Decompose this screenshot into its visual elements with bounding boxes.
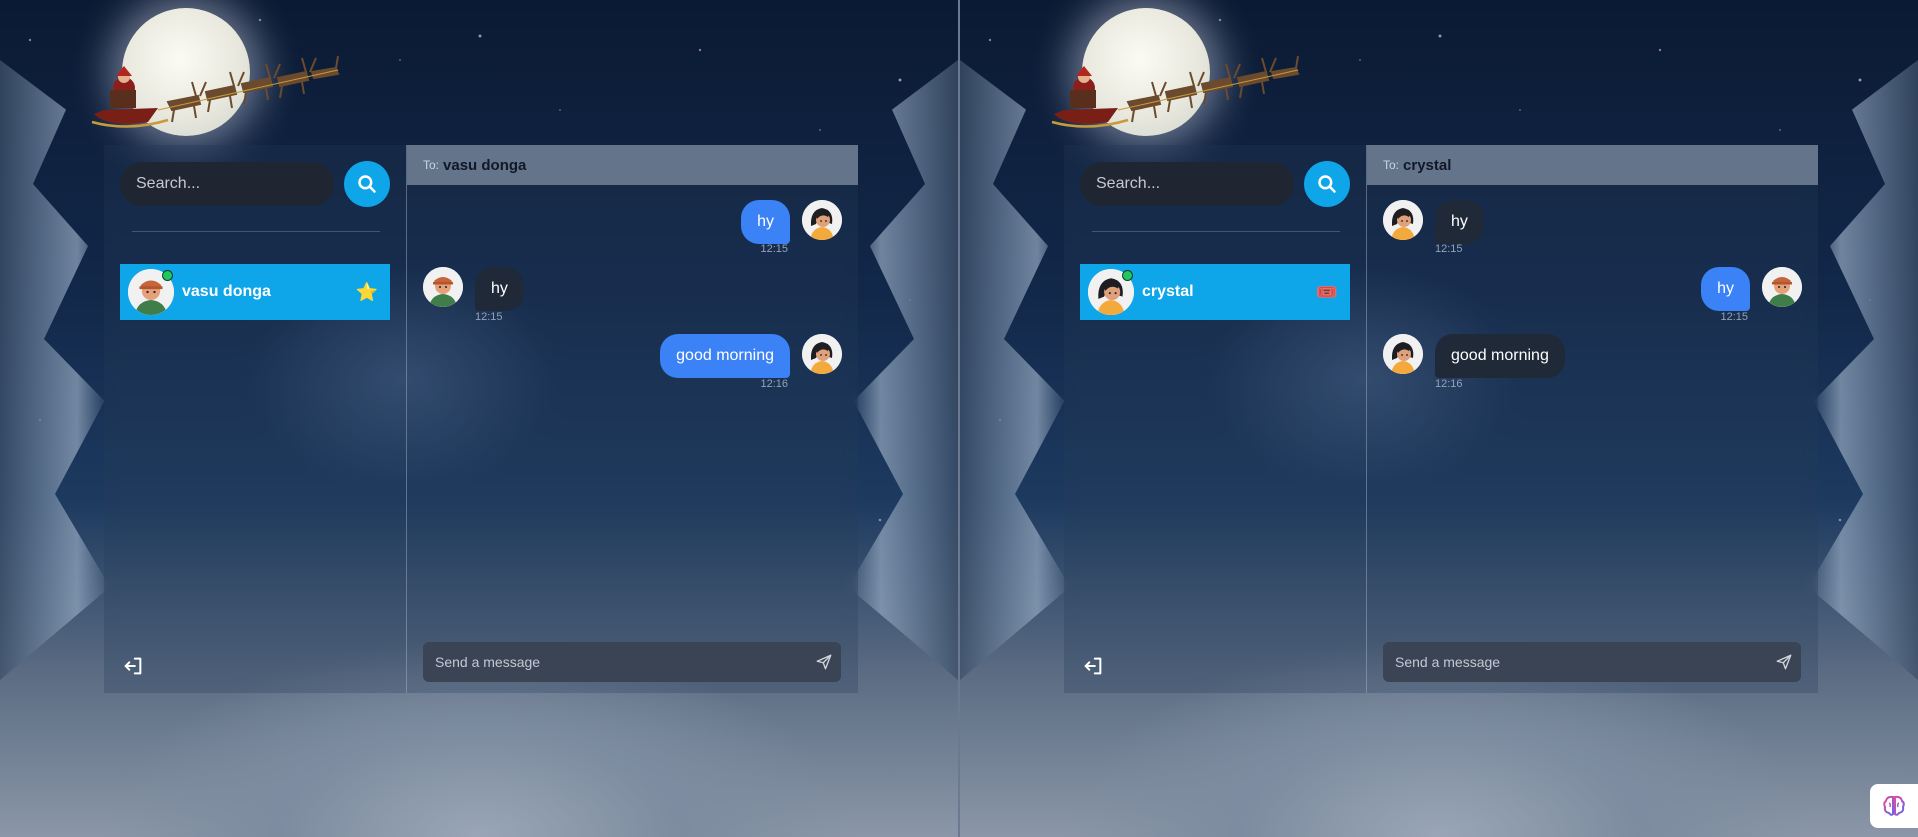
sidebar-divider (1092, 231, 1340, 232)
messenger-panel: vasu donga ⭐ To: vasu donga hy 12:15 hy (104, 145, 858, 693)
recipient-name: crystal (1403, 156, 1452, 174)
message-row: hy (423, 267, 524, 311)
chat-header: To: crystal (1367, 145, 1818, 185)
message-row: hy (741, 200, 842, 244)
message-timestamp: 12:15 (760, 243, 788, 255)
search-bar (1080, 161, 1350, 207)
message-composer (1383, 642, 1801, 682)
contact-avatar (1088, 269, 1134, 315)
sender-avatar (802, 200, 842, 240)
message-row: hy (1383, 200, 1484, 244)
send-icon[interactable] (1775, 653, 1793, 671)
search-button[interactable] (344, 161, 390, 207)
search-button[interactable] (1304, 161, 1350, 207)
message-row: good morning (660, 334, 842, 378)
send-icon[interactable] (815, 653, 833, 671)
message-bubble: hy (741, 200, 790, 244)
message-timestamp: 12:15 (1435, 243, 1463, 255)
search-input[interactable] (1080, 162, 1294, 206)
sidebar: crystal 🎟️ (1064, 145, 1367, 693)
message-input[interactable] (1393, 653, 1775, 671)
message-bubble: good morning (1435, 334, 1565, 378)
sidebar-divider (132, 231, 380, 232)
sender-avatar (1762, 267, 1802, 307)
santa-sleigh-illustration (1051, 55, 1300, 128)
message-bubble: hy (1435, 200, 1484, 244)
to-label: To: (1383, 158, 1400, 172)
sender-avatar (1383, 334, 1423, 374)
messenger-panel: crystal 🎟️ To: crystal hy 12:15 hy (1064, 145, 1818, 693)
sender-avatar (1383, 200, 1423, 240)
message-row: good morning (1383, 334, 1565, 378)
extension-button[interactable] (1870, 784, 1918, 828)
sidebar: vasu donga ⭐ (104, 145, 407, 693)
contact-name: vasu donga (182, 283, 271, 300)
ticket-emoji-icon: 🎟️ (1315, 281, 1338, 302)
message-bubble: hy (1701, 267, 1750, 311)
right-pane: crystal 🎟️ To: crystal hy 12:15 hy (960, 0, 1918, 837)
santa-sleigh-illustration (91, 55, 340, 128)
search-input[interactable] (120, 162, 334, 206)
chat-header: To: vasu donga (407, 145, 858, 185)
search-bar (120, 161, 390, 207)
chat-window: To: crystal hy 12:15 hy 12:15 good morni… (1367, 145, 1818, 693)
contact-avatar (128, 269, 174, 315)
logout-icon[interactable] (122, 655, 144, 677)
logout-icon[interactable] (1082, 655, 1104, 677)
sender-avatar (802, 334, 842, 374)
message-bubble: good morning (660, 334, 790, 378)
message-row: hy (1701, 267, 1802, 311)
message-timestamp: 12:16 (760, 378, 788, 390)
search-icon (358, 175, 376, 193)
left-pane: vasu donga ⭐ To: vasu donga hy 12:15 hy (0, 0, 958, 837)
message-composer (423, 642, 841, 682)
recipient-name: vasu donga (443, 156, 527, 174)
conversation-item[interactable]: vasu donga ⭐ (120, 264, 390, 320)
message-timestamp: 12:16 (1435, 378, 1463, 390)
online-status-indicator (1122, 270, 1133, 281)
message-timestamp: 12:15 (1720, 311, 1748, 323)
chat-window: To: vasu donga hy 12:15 hy 12:15 good mo… (407, 145, 858, 693)
conversation-item[interactable]: crystal 🎟️ (1080, 264, 1350, 320)
message-timestamp: 12:15 (475, 311, 503, 323)
message-bubble: hy (475, 267, 524, 311)
message-input[interactable] (433, 653, 815, 671)
contact-name: crystal (1142, 283, 1194, 300)
star-emoji-icon: ⭐ (355, 281, 378, 302)
brain-icon (1883, 795, 1905, 816)
search-icon (1318, 175, 1336, 193)
online-status-indicator (162, 270, 173, 281)
to-label: To: (423, 158, 440, 172)
sender-avatar (423, 267, 463, 307)
